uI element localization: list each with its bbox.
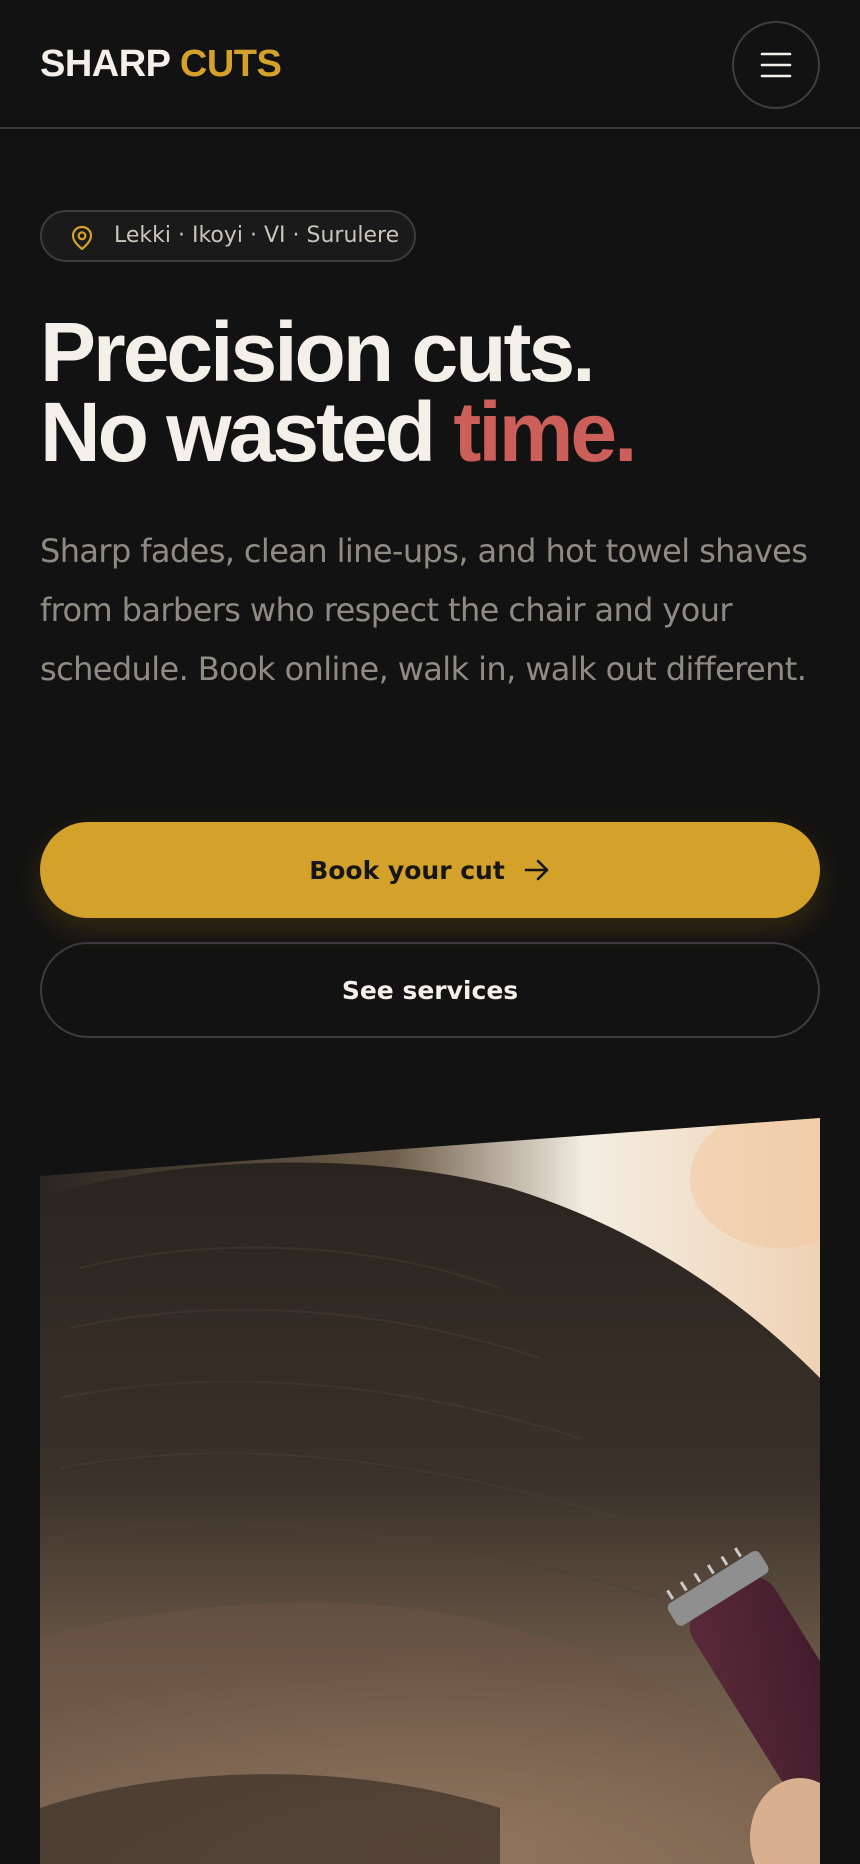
hamburger-menu-icon <box>760 52 792 78</box>
hero-haircut-photo <box>40 1118 820 1864</box>
logo[interactable]: SHARP CUTS <box>40 42 282 86</box>
hero-description: Sharp fades, clean line-ups, and hot tow… <box>40 532 808 688</box>
book-cut-button[interactable]: Book your cut <box>40 822 820 918</box>
logo-primary-text: SHARP <box>40 43 170 85</box>
site-header: SHARP CUTS <box>0 0 860 129</box>
hero-image <box>40 1118 820 1864</box>
see-services-label: See services <box>341 975 519 1005</box>
see-services-button[interactable]: See services <box>40 942 820 1038</box>
arrow-right-icon <box>524 859 549 881</box>
hero-headline: Precision cuts. No wasted time. <box>40 305 840 474</box>
locations-text: Lekki · Ikoyi · VI · Surulere <box>114 223 400 248</box>
headline-accent: time. <box>453 385 637 479</box>
menu-button[interactable] <box>732 21 820 109</box>
locations-badge: Lekki · Ikoyi · VI · Surulere <box>40 210 416 262</box>
headline-line-2-text: No wasted <box>40 385 454 479</box>
headline-line-1: Precision cuts. <box>40 305 596 399</box>
logo-accent-text: CUTS <box>179 43 282 85</box>
book-cut-label: Book your cut <box>309 855 505 885</box>
page: SHARP CUTS Lekki · Ikoyi · VI · Surulere… <box>0 0 860 1864</box>
headline-line-2: No wasted time. <box>40 390 840 474</box>
map-pin-icon <box>71 225 93 251</box>
